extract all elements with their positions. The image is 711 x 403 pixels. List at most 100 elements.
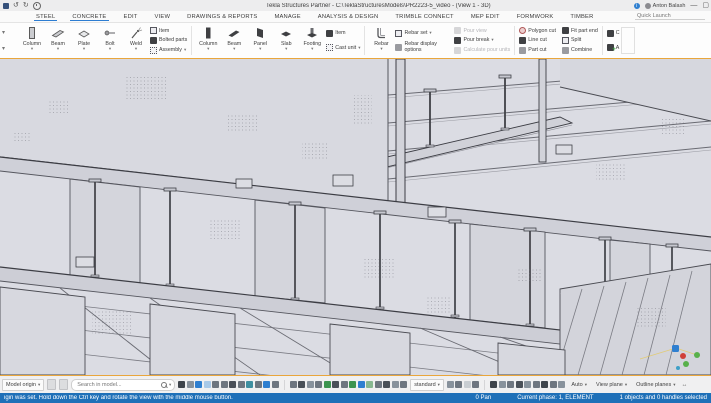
snap-mode-dropdown[interactable]: Auto ▾	[568, 380, 590, 390]
select-active-icon[interactable]	[195, 381, 202, 388]
part-cut-button[interactable]: Part cut	[519, 46, 556, 55]
select-components-icon[interactable]	[212, 381, 219, 388]
tab-concrete[interactable]: CONCRETE	[70, 13, 108, 21]
snap-any-position-icon[interactable]	[358, 381, 365, 388]
select-all-icon[interactable]	[178, 381, 185, 388]
combine-button[interactable]: Combine	[562, 46, 598, 55]
snap-reference-icon[interactable]	[375, 381, 382, 388]
snap-midpoints-icon[interactable]	[315, 381, 322, 388]
snap-intersections-icon[interactable]	[324, 381, 331, 388]
search-input[interactable]	[75, 381, 159, 389]
snap-center-points-icon[interactable]	[307, 381, 314, 388]
origin-mini-button-1[interactable]	[47, 379, 56, 390]
camera-icon[interactable]	[558, 381, 565, 388]
concrete-component-button[interactable]: C	[607, 29, 620, 38]
concrete-column-button[interactable]: Column▾	[195, 24, 221, 57]
slab-button[interactable]: Slab▾	[273, 24, 299, 57]
steel-beam-button[interactable]: Beam▾	[45, 24, 71, 57]
point-tool-icon[interactable]	[447, 381, 454, 388]
screenshot-icon[interactable]	[533, 381, 540, 388]
model-viewport[interactable]	[0, 58, 711, 376]
maximize-button[interactable]: ▢	[702, 2, 709, 9]
tab-analysis-design[interactable]: ANALYSIS & DESIGN	[316, 13, 381, 21]
rotation-origin-dropdown[interactable]: Model origin ▾	[2, 379, 44, 391]
snap-depth-icon[interactable]	[392, 381, 399, 388]
undo-history-icon[interactable]	[33, 2, 41, 10]
undo-button[interactable]: ↺	[13, 2, 19, 9]
assembly-button[interactable]: Assembly▾	[150, 46, 187, 55]
search-icon[interactable]	[161, 382, 167, 388]
tab-drawings-reports[interactable]: DRAWINGS & REPORTS	[185, 13, 259, 21]
concrete-beam-button[interactable]: Beam▾	[221, 24, 247, 57]
tab-edit[interactable]: EDIT	[122, 13, 140, 21]
ribbon-side-tools[interactable]: ▾▾	[0, 23, 17, 58]
snap-perpendicular-icon[interactable]	[332, 381, 339, 388]
tab-view[interactable]: VIEW	[153, 13, 173, 21]
tab-manage[interactable]: MANAGE	[272, 13, 302, 21]
steel-bolt-button[interactable]: Bolt▾	[97, 24, 123, 57]
measure-tool-icon[interactable]	[455, 381, 462, 388]
clipped-ribbon-button[interactable]	[621, 27, 635, 54]
split-button[interactable]: Split	[562, 36, 598, 45]
select-grid-lines-icon[interactable]	[238, 381, 245, 388]
select-filter-icon[interactable]	[272, 381, 279, 388]
bolted-parts-button[interactable]: Bolted parts	[150, 36, 187, 45]
toolbar-overflow-icon[interactable]: ↔	[682, 382, 688, 388]
fly-mode-icon[interactable]	[490, 381, 497, 388]
clip-plane-icon[interactable]	[550, 381, 557, 388]
workplane-handler-icon[interactable]	[516, 381, 523, 388]
model-search-box[interactable]: ▾	[71, 379, 175, 391]
view-plane-dropdown[interactable]: View plane ▾	[593, 380, 630, 390]
ortho-tool-icon[interactable]	[464, 381, 471, 388]
snap-line-extensions-icon[interactable]	[341, 381, 348, 388]
tab-trimble-connect[interactable]: TRIMBLE CONNECT	[393, 13, 455, 21]
redo-button[interactable]: ↻	[23, 2, 29, 9]
tab-mep-edit[interactable]: MEP EDIT	[469, 13, 502, 21]
snap-points-icon[interactable]	[290, 381, 297, 388]
minimize-button[interactable]: —	[690, 2, 697, 9]
steel-column-button[interactable]: Column▾	[19, 24, 45, 57]
cast-unit-button[interactable]: Cast unit▾	[326, 43, 360, 52]
line-cut-button[interactable]: Line cut	[519, 36, 556, 45]
rebar-display-options-button[interactable]: Rebar display options	[395, 43, 448, 52]
select-parts-icon[interactable]	[187, 381, 194, 388]
relative-tool-icon[interactable]	[472, 381, 479, 388]
tab-steel[interactable]: STEEL	[34, 13, 57, 21]
outline-planes-dropdown[interactable]: Outline planes ▾	[633, 380, 678, 390]
rebar-button[interactable]: Rebar▾	[368, 24, 394, 57]
notification-icon[interactable]: i	[634, 3, 640, 9]
user-account-button[interactable]: Anton Balash	[645, 3, 686, 9]
tab-formwork[interactable]: FORMWORK	[515, 13, 556, 21]
select-objects-icon[interactable]	[263, 381, 270, 388]
pour-view-button[interactable]: Pour view	[454, 26, 510, 35]
calculate-pour-units-button[interactable]: Calculate pour units	[454, 46, 510, 55]
select-views-icon[interactable]	[221, 381, 228, 388]
rebar-set-button[interactable]: Rebar set▾	[395, 29, 448, 38]
concrete-item-button[interactable]: Item	[326, 29, 360, 38]
app-icon[interactable]	[3, 3, 9, 9]
select-assemblies-icon[interactable]	[204, 381, 211, 388]
add-component-button[interactable]: A	[607, 43, 620, 52]
rotate-view-icon[interactable]	[499, 381, 506, 388]
search-options-icon[interactable]: ▾	[169, 383, 171, 387]
fit-part-end-button[interactable]: Fit part end	[562, 26, 598, 35]
origin-mini-button-2[interactable]	[59, 379, 68, 390]
render-mode-icon[interactable]	[541, 381, 548, 388]
item-button[interactable]: Item	[150, 26, 187, 35]
polygon-cut-button[interactable]: Polygon cut	[519, 26, 556, 35]
snap-override-icon[interactable]	[383, 381, 390, 388]
select-grids-icon[interactable]	[229, 381, 236, 388]
footing-button[interactable]: Footing▾	[299, 24, 325, 57]
select-joints-icon[interactable]	[246, 381, 253, 388]
quick-launch-input[interactable]	[635, 13, 705, 20]
select-reinforcement-icon[interactable]	[255, 381, 262, 388]
snap-nearest-points-icon[interactable]	[349, 381, 356, 388]
concrete-panel-button[interactable]: Panel▾	[247, 24, 273, 57]
pour-break-button[interactable]: Pour break▾	[454, 36, 510, 45]
tab-timber[interactable]: TIMBER	[568, 13, 595, 21]
workplane-icon[interactable]	[507, 381, 514, 388]
steel-plate-button[interactable]: Plate▾	[71, 24, 97, 57]
steel-weld-button[interactable]: Weld▾	[123, 24, 149, 57]
snap-grid-icon[interactable]	[366, 381, 373, 388]
selection-filter-dropdown[interactable]: standard ▾	[410, 379, 444, 391]
